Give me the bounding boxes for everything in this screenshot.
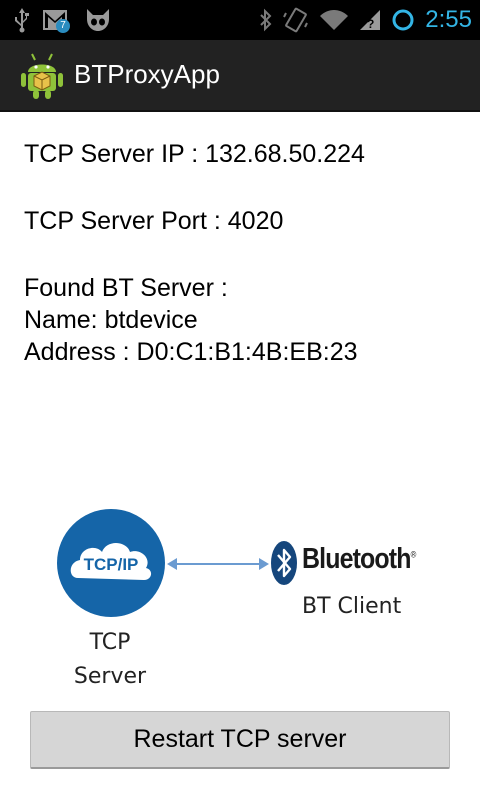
notification-count-badge: 7 xyxy=(56,19,70,33)
svg-text:?: ? xyxy=(367,17,374,31)
tcp-server-port-text: TCP Server Port : 4020 xyxy=(24,207,284,235)
status-bar: 7 ? 2:55 xyxy=(0,0,480,40)
clock: 2:55 xyxy=(425,6,472,33)
tcp-ip-cloud-icon: TCP/IP xyxy=(57,509,165,617)
bluetooth-icon xyxy=(260,8,272,32)
action-bar: BTProxyApp xyxy=(0,40,480,112)
wifi-icon xyxy=(320,10,349,30)
bt-device-address-text: Address : D0:C1:B1:4B:EB:23 xyxy=(24,338,358,366)
restart-tcp-server-button[interactable]: Restart TCP server xyxy=(30,711,450,769)
cyanogen-icon xyxy=(87,9,109,31)
found-bt-server-heading: Found BT Server : xyxy=(24,274,228,302)
tcp-caption-line-1: TCP xyxy=(89,630,131,655)
android-app-icon xyxy=(21,53,63,99)
system-icons: ? 2:55 xyxy=(259,0,472,40)
double-arrow-icon xyxy=(167,558,269,570)
gmail-icon: 7 xyxy=(42,7,72,33)
bt-device-name-text: Name: btdevice xyxy=(24,306,198,334)
signal-icon: ? xyxy=(360,10,381,31)
bluetooth-logo-icon xyxy=(271,541,297,585)
tcp-server-caption: TCP Server xyxy=(60,626,160,694)
notification-icons: 7 xyxy=(14,6,112,34)
tcp-caption-line-2: Server xyxy=(73,664,147,689)
bt-client-caption: BT Client xyxy=(302,594,402,619)
app-title: BTProxyApp xyxy=(74,59,220,89)
usb-icon xyxy=(15,8,29,33)
tcp-ip-logo-text: TCP/IP xyxy=(84,555,139,574)
bluetooth-word: Bluetooth xyxy=(302,543,411,575)
vibrate-icon xyxy=(283,7,309,33)
registered-mark: ® xyxy=(410,549,417,560)
bluetooth-wordmark: Bluetooth® xyxy=(302,543,417,576)
battery-icon xyxy=(392,9,414,31)
tcp-server-ip-text: TCP Server IP : 132.68.50.224 xyxy=(24,140,365,168)
